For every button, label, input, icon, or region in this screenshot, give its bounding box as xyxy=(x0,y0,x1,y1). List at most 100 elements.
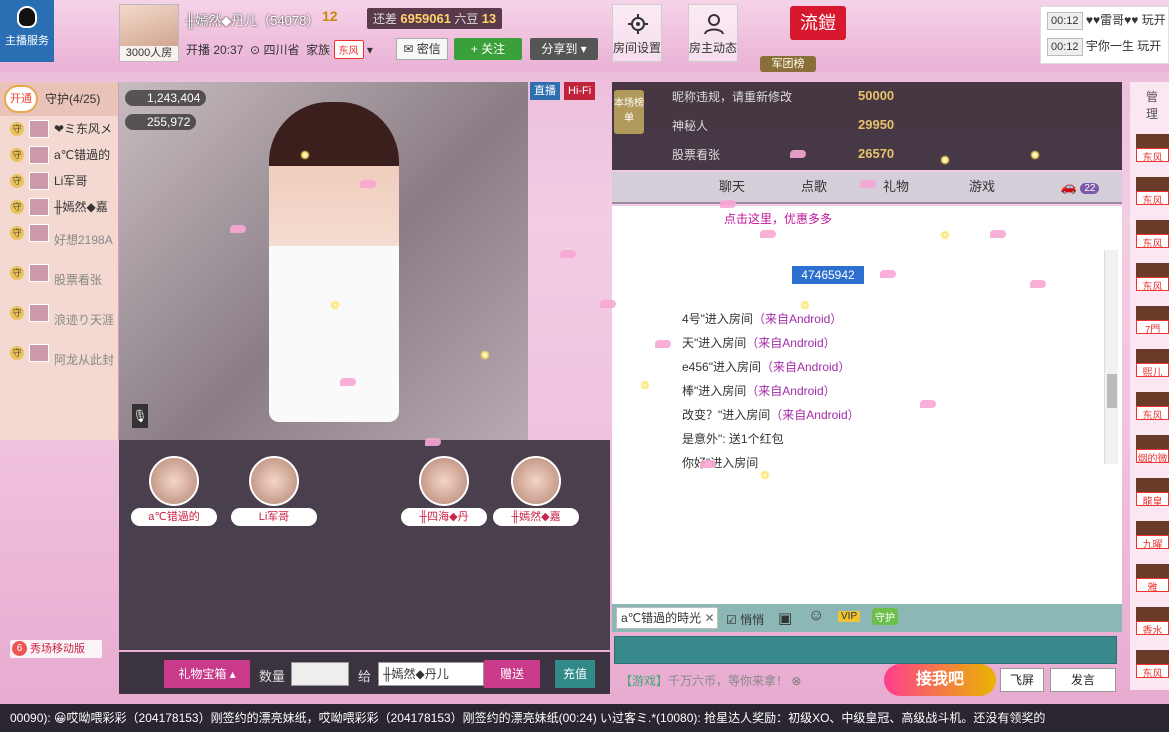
close-icon[interactable]: ⊗ xyxy=(791,674,801,688)
host-service-button[interactable]: 主播服务 xyxy=(0,0,54,62)
member-tag[interactable]: 东风 xyxy=(1136,263,1169,293)
family-tag[interactable]: 东风 xyxy=(333,40,364,59)
guard-list-item[interactable]: 守浪迹り天涯 xyxy=(0,300,118,340)
tab-car[interactable]: 🚗 22 xyxy=(1040,172,1120,202)
rank-row[interactable]: 股票看张 26570 xyxy=(672,146,1092,163)
emoji-icon[interactable]: ☺ xyxy=(808,607,824,625)
member-tag[interactable]: 烟的微 xyxy=(1136,435,1169,465)
share-button[interactable]: 分享到 ▾ xyxy=(530,38,598,60)
member-tag[interactable]: 雅 xyxy=(1136,564,1169,594)
member-tag-label: 熙儿 xyxy=(1136,363,1169,379)
activity-text: ♥♥雷哥♥♥ 玩开 xyxy=(1085,13,1166,27)
qty-label: 数量 xyxy=(259,669,286,684)
member-tag[interactable]: 东风 xyxy=(1136,650,1169,680)
member-tag[interactable]: 龍皇 xyxy=(1136,478,1169,508)
guard-icon[interactable]: 守护 xyxy=(872,608,898,625)
group-badge[interactable]: 流鎧 xyxy=(790,6,846,40)
mobile-version-link[interactable]: 秀场移动版 xyxy=(10,640,102,658)
user-id-badge[interactable]: 47465942 xyxy=(792,266,864,284)
petal-icon xyxy=(990,230,1006,238)
gift-box-button[interactable]: 礼物宝箱 ▴ xyxy=(164,660,250,688)
petal-icon xyxy=(425,438,441,446)
guard-list-item[interactable]: 守 Li军哥 xyxy=(0,168,118,194)
member-tag[interactable]: 东风 xyxy=(1136,134,1169,164)
scroll-thumb[interactable] xyxy=(1107,374,1117,408)
car-icon: 🚗 xyxy=(1060,179,1077,194)
seat[interactable]: ╫嫣然◆嘉 xyxy=(491,456,581,526)
live-video[interactable] xyxy=(119,82,528,440)
seat[interactable]: ╫四海◆丹 xyxy=(399,456,489,526)
seat[interactable]: Li军哥 xyxy=(229,456,319,526)
member-tag[interactable]: 东风 xyxy=(1136,392,1169,422)
tab-song[interactable]: 点歌 xyxy=(774,172,854,202)
tab-game[interactable]: 游戏 xyxy=(942,172,1022,202)
member-tag-label: 东风 xyxy=(1136,406,1169,422)
beans-value: 6959061 xyxy=(400,11,451,26)
petal-icon xyxy=(720,200,736,208)
activity-row: 00:12 宇你一生 玩开 xyxy=(1041,33,1168,59)
guard-list-item[interactable]: 守阿龙从此封 xyxy=(0,340,118,380)
seat[interactable]: a℃错過的 xyxy=(129,456,219,526)
member-tag[interactable]: 九曜 xyxy=(1136,521,1169,551)
chevron-down-icon[interactable]: ▾ xyxy=(367,43,373,57)
game-ad[interactable]: 【游戏】千万六币，等你来拿！ ⊗ xyxy=(620,672,801,689)
seat-name: a℃错過的 xyxy=(131,508,217,526)
quantity-input[interactable] xyxy=(291,662,349,686)
member-tag-label: 香水 xyxy=(1136,621,1169,637)
message-source: （来自Android） xyxy=(746,384,836,398)
next-level: 13 xyxy=(481,11,497,26)
seat-area: a℃错過的 Li军哥 ╫四海◆丹 ╫嫣然◆嘉 xyxy=(119,440,610,650)
chat-input[interactable] xyxy=(614,636,1117,664)
member-tag[interactable]: 东风 xyxy=(1136,177,1169,207)
member-rank-icon xyxy=(1136,478,1169,492)
manage-tab[interactable]: 管理 xyxy=(1146,88,1169,122)
send-gift-button[interactable]: 赠送 xyxy=(484,660,540,688)
room-settings-button[interactable]: 房间设置 xyxy=(612,4,662,62)
host-activity-button[interactable]: 房主动态 xyxy=(688,4,738,62)
guard-member-name: ❤ミ东风メ xyxy=(54,122,113,136)
guard-list-item[interactable]: 守股票看张 xyxy=(0,260,118,300)
member-avatar xyxy=(29,198,49,216)
tab-chat[interactable]: 聊天 xyxy=(692,172,772,202)
seat-avatar xyxy=(511,456,561,506)
guard-list-item[interactable]: 守 ╫嫣然◆嘉 xyxy=(0,194,118,220)
chat-message: e456"进入房间（来自Android） xyxy=(682,358,850,375)
quiet-checkbox[interactable]: ☑ 悄悄 xyxy=(726,611,764,628)
guard-list-item[interactable]: 守 ❤ミ东风メ xyxy=(0,116,118,142)
gift-recipient-select[interactable]: ╫嫣然◆丹儿 xyxy=(378,662,484,686)
follow-button[interactable]: + 关注 xyxy=(454,38,522,60)
open-guard-button[interactable]: 开通 xyxy=(4,85,38,113)
send-message-button[interactable]: 发言 xyxy=(1050,668,1116,692)
member-tag[interactable]: 香水 xyxy=(1136,607,1169,637)
share-label: 分享到 xyxy=(541,42,578,56)
vip-icon[interactable]: VIP xyxy=(838,611,861,622)
fly-screen-button[interactable]: 飞屏 xyxy=(1000,668,1044,692)
beans-prefix: 还差 xyxy=(373,12,398,26)
guard-member-name: 好想2198A xyxy=(54,233,113,247)
guard-list-item[interactable]: 守好想2198A xyxy=(0,220,118,260)
host-level: 12 xyxy=(322,8,338,24)
member-tag[interactable]: 7門 xyxy=(1136,306,1169,336)
chat-recipient[interactable]: a℃错過的時光 ✕ xyxy=(616,607,718,629)
rank-row[interactable]: 昵称违规，请重新修改 50000 xyxy=(672,88,1092,105)
right-member-strip: 管理 东风 东风 东风 东风 7門 熙儿 东风 烟的微 龍皇 九曜雅香水 东风 xyxy=(1130,82,1169,690)
member-tag[interactable]: 熙儿 xyxy=(1136,349,1169,379)
promo-link[interactable]: 点击这里，优惠多多 xyxy=(724,210,832,227)
rank-tab[interactable]: 本场榜单 xyxy=(614,90,644,134)
microphone-icon[interactable]: 🎙 xyxy=(132,404,148,428)
rank-panel: 昵称违规，请重新修改 50000 神秘人 29950 股票看张 26570 xyxy=(612,82,1122,170)
recharge-button[interactable]: 充值 xyxy=(555,660,595,688)
catch-me-button[interactable]: 接我吧 xyxy=(884,664,996,696)
private-message-button[interactable]: ✉ 密信 xyxy=(396,38,448,60)
army-roll-button[interactable]: 军团榜 xyxy=(760,56,816,72)
rank-row[interactable]: 神秘人 29950 xyxy=(672,117,1092,134)
host-avatar[interactable]: 3000人房 xyxy=(119,4,179,62)
guard-list-item[interactable]: 守 a℃错過的 xyxy=(0,142,118,168)
image-icon[interactable]: ▣ xyxy=(778,609,792,627)
member-tag-label: 龍皇 xyxy=(1136,492,1169,508)
chat-scrollbar[interactable] xyxy=(1104,250,1118,464)
seat-avatar xyxy=(419,456,469,506)
message-text: 是意外": 送1个红包 xyxy=(682,432,784,446)
member-tag[interactable]: 东风 xyxy=(1136,220,1169,250)
close-icon[interactable]: ✕ xyxy=(705,611,715,625)
